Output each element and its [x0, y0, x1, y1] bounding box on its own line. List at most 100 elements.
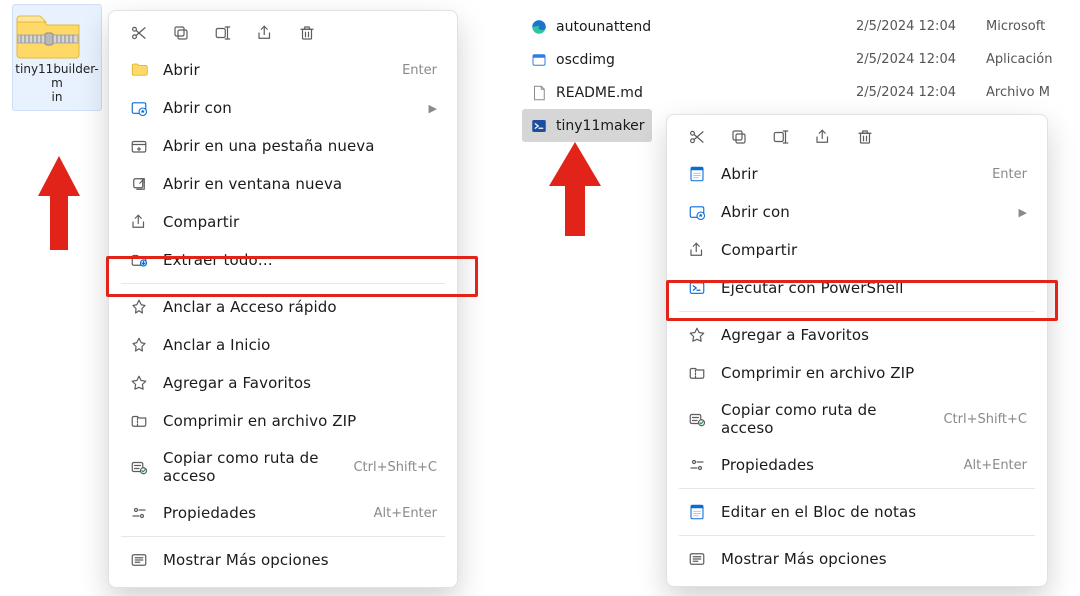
menu-item-label: Mostrar Más opciones	[721, 550, 1027, 568]
menu-item-label: Abrir en ventana nueva	[163, 175, 437, 193]
context-menu-ps1: AbrirEnterAbrir con▶ Compartir Ejecutar co…	[666, 114, 1048, 587]
menu-item-label: Copiar como ruta de acceso	[163, 449, 339, 485]
menu-item-pin[interactable]: Anclar a Inicio	[109, 326, 457, 364]
red-arrow-left	[38, 156, 80, 250]
menu-item-newtab[interactable]: Abrir en una pestaña nueva	[109, 127, 457, 165]
context-menu-zip: AbrirEnterAbrir con▶ Abrir en una pestaña…	[108, 10, 458, 588]
menu-item-more[interactable]: Mostrar Más opciones	[667, 540, 1047, 578]
share-icon[interactable]	[255, 23, 275, 43]
menu-item-label: Ejecutar con PowerShell	[721, 279, 1027, 297]
menu-item-newwin[interactable]: Abrir en ventana nueva	[109, 165, 457, 203]
share-icon	[687, 240, 707, 260]
delete-icon[interactable]	[297, 23, 317, 43]
menu-item-star[interactable]: Agregar a Favoritos	[667, 316, 1047, 354]
menu-item-label: Compartir	[721, 241, 1027, 259]
file-row[interactable]: README.md2/5/2024 12:04Archivo M	[522, 76, 1078, 109]
menu-item-label: Comprimir en archivo ZIP	[163, 412, 437, 430]
menu-item-openwith[interactable]: Abrir con▶	[667, 193, 1047, 231]
menu-item-zip[interactable]: Comprimir en archivo ZIP	[667, 354, 1047, 392]
menu-shortcut: Ctrl+Shift+C	[353, 460, 437, 475]
menu-toolbar	[109, 17, 457, 51]
menu-item-label: Abrir en una pestaña nueva	[163, 137, 437, 155]
menu-shortcut: Alt+Enter	[964, 458, 1027, 473]
menu-separator	[679, 311, 1035, 312]
menu-item-label: Abrir	[163, 61, 388, 79]
edge-file-icon	[528, 16, 550, 38]
exe-file-icon	[528, 49, 550, 71]
menu-separator	[679, 535, 1035, 536]
menu-item-label: Copiar como ruta de acceso	[721, 401, 929, 437]
file-date: 2/5/2024 12:04	[856, 52, 986, 67]
menu-item-label: Agregar a Favoritos	[721, 326, 1027, 344]
menu-item-label: Propiedades	[721, 456, 950, 474]
menu-item-label: Anclar a Inicio	[163, 336, 437, 354]
menu-item-notepad[interactable]: AbrirEnter	[667, 155, 1047, 193]
props-icon	[129, 503, 149, 523]
menu-item-props[interactable]: Propiedades Alt+Enter	[667, 446, 1047, 484]
menu-item-copypath[interactable]: Copiar como ruta de acceso Ctrl+Shift+C	[667, 392, 1047, 446]
file-row[interactable]: autounattend2/5/2024 12:04Microsoft	[522, 10, 1078, 43]
menu-shortcut: Alt+Enter	[374, 506, 437, 521]
desktop-zip-icon[interactable]: tiny11builder-min	[12, 4, 102, 111]
file-row[interactable]: oscdimg2/5/2024 12:04Aplicación	[522, 43, 1078, 76]
menu-item-pin[interactable]: Anclar a Acceso rápido	[109, 288, 457, 326]
file-row[interactable]: tiny11maker	[522, 109, 652, 142]
cut-icon[interactable]	[129, 23, 149, 43]
desktop-icon-label: tiny11builder-min	[15, 63, 99, 104]
file-name: autounattend	[556, 19, 856, 35]
menu-item-zip[interactable]: Comprimir en archivo ZIP	[109, 402, 457, 440]
pin-icon	[129, 297, 149, 317]
menu-item-label: Agregar a Favoritos	[163, 374, 437, 392]
zip-folder-icon	[15, 9, 99, 59]
menu-item-extract[interactable]: Extraer todo…	[109, 241, 457, 279]
delete-icon[interactable]	[855, 127, 875, 147]
share-icon[interactable]	[813, 127, 833, 147]
menu-item-label: Mostrar Más opciones	[163, 551, 437, 569]
copypath-icon	[687, 409, 707, 429]
chevron-right-icon: ▶	[423, 102, 437, 115]
openwith-icon	[687, 202, 707, 222]
menu-item-label: Compartir	[163, 213, 437, 231]
more-icon	[687, 549, 707, 569]
rename-icon[interactable]	[771, 127, 791, 147]
star-icon	[129, 373, 149, 393]
menu-item-label: Extraer todo…	[163, 251, 437, 269]
file-date: 2/5/2024 12:04	[856, 19, 986, 34]
menu-item-label: Propiedades	[163, 504, 360, 522]
menu-item-powershell[interactable]: Ejecutar con PowerShell	[667, 269, 1047, 307]
chevron-right-icon: ▶	[1013, 206, 1027, 219]
menu-item-openwith[interactable]: Abrir con▶	[109, 89, 457, 127]
cut-icon[interactable]	[687, 127, 707, 147]
menu-item-label: Abrir	[721, 165, 978, 183]
menu-item-share[interactable]: Compartir	[109, 203, 457, 241]
rename-icon[interactable]	[213, 23, 233, 43]
file-type: Archivo M	[986, 85, 1050, 100]
red-arrow-right	[549, 142, 601, 236]
copy-icon[interactable]	[729, 127, 749, 147]
menu-item-share[interactable]: Compartir	[667, 231, 1047, 269]
file-type: Microsoft	[986, 19, 1045, 34]
notepad-icon	[687, 502, 707, 522]
menu-shortcut: Ctrl+Shift+C	[943, 412, 1027, 427]
ps1-file-icon	[528, 115, 550, 137]
notepad-icon	[687, 164, 707, 184]
menu-item-more[interactable]: Mostrar Más opciones	[109, 541, 457, 579]
menu-item-folder[interactable]: AbrirEnter	[109, 51, 457, 89]
file-date: 2/5/2024 12:04	[856, 85, 986, 100]
menu-item-notepad[interactable]: Editar en el Bloc de notas	[667, 493, 1047, 531]
folder-icon	[129, 60, 149, 80]
copypath-icon	[129, 457, 149, 477]
menu-item-props[interactable]: Propiedades Alt+Enter	[109, 494, 457, 532]
props-icon	[687, 455, 707, 475]
file-file-icon	[528, 82, 550, 104]
copy-icon[interactable]	[171, 23, 191, 43]
menu-separator	[679, 488, 1035, 489]
menu-item-star[interactable]: Agregar a Favoritos	[109, 364, 457, 402]
zip-icon	[687, 363, 707, 383]
menu-item-copypath[interactable]: Copiar como ruta de acceso Ctrl+Shift+C	[109, 440, 457, 494]
menu-separator	[121, 536, 445, 537]
menu-separator	[121, 283, 445, 284]
zip-icon	[129, 411, 149, 431]
file-type: Aplicación	[986, 52, 1052, 67]
newwin-icon	[129, 174, 149, 194]
